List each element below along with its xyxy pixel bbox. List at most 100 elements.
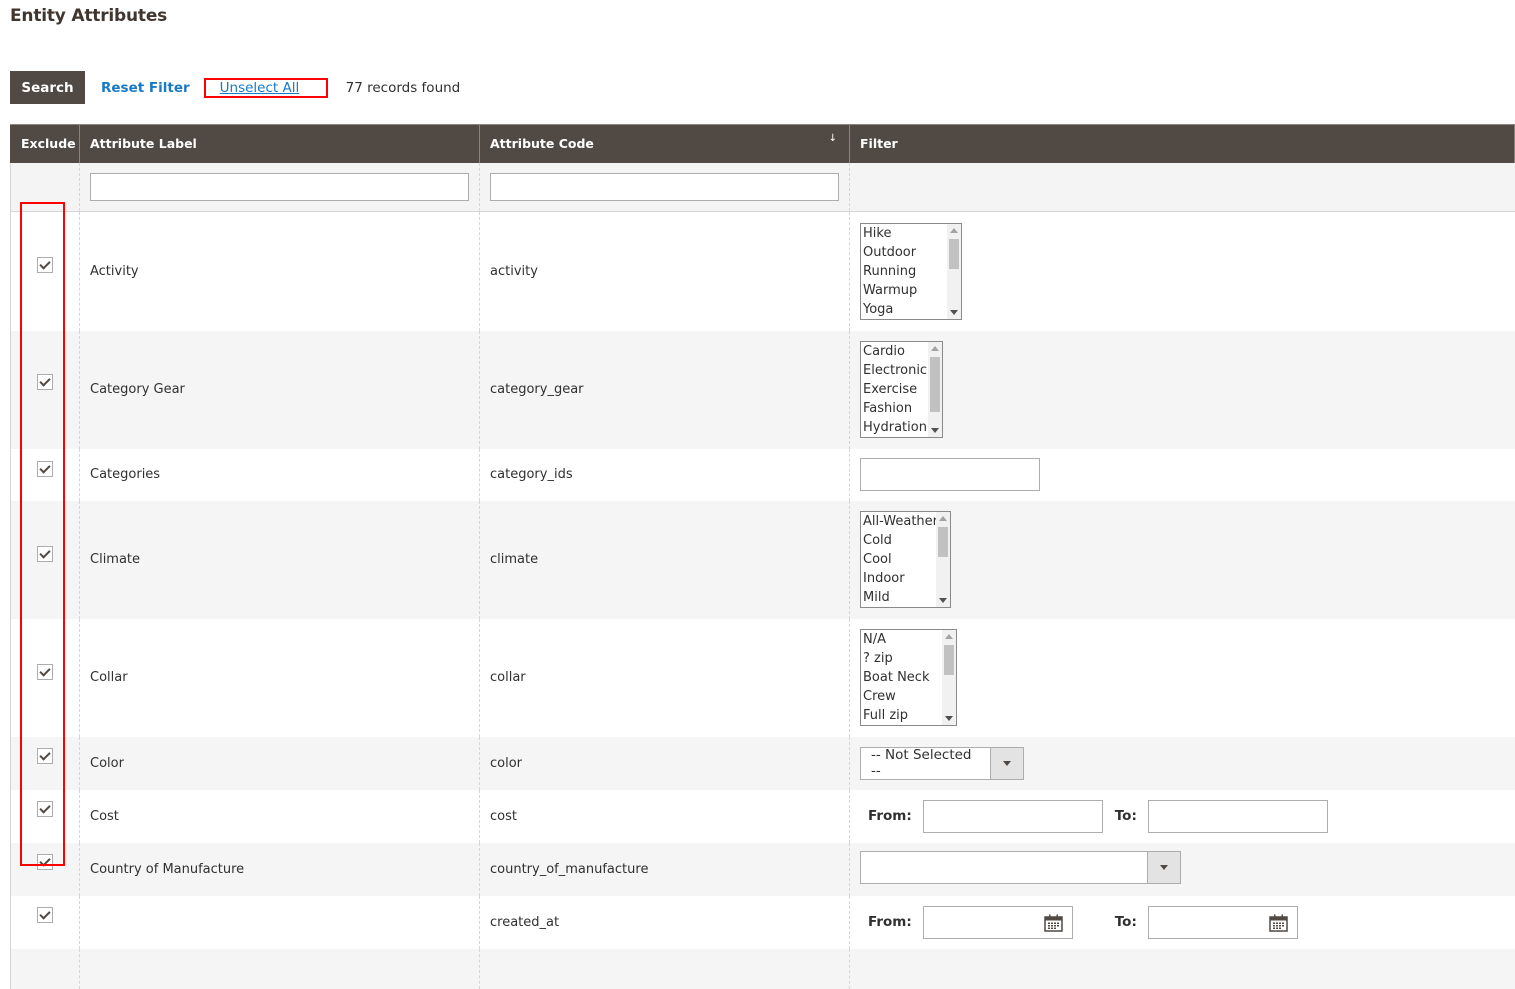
reset-filter-link[interactable]: Reset Filter [101,80,190,96]
option[interactable]: Yoga [861,300,961,319]
attribute-label-cell [79,948,480,989]
column-header-attribute-label[interactable]: Attribute Label [79,124,480,163]
column-label: Filter [860,136,898,152]
attribute-label-cell [79,895,480,949]
column-header-filter: Filter [849,124,1515,163]
search-button[interactable]: Search [10,71,85,104]
chevron-down-icon[interactable] [990,747,1023,779]
unselect-all-link[interactable]: Unselect All [220,80,300,96]
table-row: created_at From: To: [10,895,1515,949]
scrollbar[interactable] [936,512,950,607]
exclude-cell [10,211,80,331]
activity-filter-multiselect[interactable]: Hike Outdoor Running Warmup Yoga [860,222,962,320]
to-label: To: [1114,808,1137,824]
attribute-code-cell: category_ids [479,448,850,501]
scroll-up-icon[interactable] [945,634,953,639]
column-header-attribute-code[interactable]: Attribute Code ↓ [479,124,850,163]
grid-toolbar: Search Reset Filter Unselect All 77 reco… [10,71,460,104]
scroll-thumb[interactable] [930,357,940,412]
filter-filter-cell [849,162,1515,212]
scrollbar[interactable] [928,342,942,437]
created-at-from-input[interactable] [922,905,1073,939]
attribute-label-cell: Cost [79,789,480,843]
scroll-up-icon[interactable] [950,227,958,233]
column-label: Attribute Label [90,136,197,152]
to-label: To: [1114,914,1137,930]
filter-cell [849,448,1515,501]
attribute-code-cell: cost [479,789,850,843]
exclude-checkbox[interactable] [37,747,53,764]
grid-filter-row [10,162,1515,212]
attribute-code-filter-input[interactable] [490,172,839,201]
filter-cell [849,842,1515,896]
attribute-code-cell: activity [479,211,850,331]
page-title: Entity Attributes [10,6,168,26]
attribute-label-cell: Activity [79,211,480,331]
climate-filter-multiselect[interactable]: All-Weather Cold Cool Indoor Mild [860,511,951,608]
table-row: Country of Manufacture country_of_manufa… [10,842,1515,896]
exclude-filter-cell [10,162,80,212]
table-row: Climate climate All-Weather Cold Cool In… [10,500,1515,619]
from-label: From: [868,914,912,930]
unselect-all-highlight: Unselect All [203,77,328,98]
exclude-checkbox[interactable] [37,460,53,477]
exclude-cell [10,448,80,501]
country-of-manufacture-filter-select[interactable] [860,851,1181,884]
exclude-checkbox[interactable] [37,800,53,817]
scroll-thumb[interactable] [949,238,959,269]
column-label: Exclude [21,136,76,152]
table-row: Activity activity Hike Outdoor Running W… [10,211,1515,331]
exclude-checkbox[interactable] [37,906,53,923]
table-row-partial [10,948,1515,989]
option[interactable]: Hike [861,224,961,243]
scroll-up-icon[interactable] [939,516,947,521]
option[interactable]: Running [861,262,961,281]
filter-cell: All-Weather Cold Cool Indoor Mild [849,500,1515,619]
scroll-down-icon[interactable] [931,428,939,433]
exclude-checkbox[interactable] [37,545,53,562]
category-gear-filter-multiselect[interactable]: Cardio Electronic Exercise Fashion Hydra… [860,341,943,438]
exclude-checkbox[interactable] [37,257,53,273]
cost-to-input[interactable] [1147,799,1328,833]
exclude-cell [10,789,80,843]
exclude-checkbox[interactable] [37,663,53,680]
attribute-code-cell: country_of_manufacture [479,842,850,896]
categories-filter-input[interactable] [860,458,1040,491]
grid-header-row: Exclude Attribute Label Attribute Code ↓ … [10,124,1515,163]
option[interactable]: Outdoor [861,243,961,262]
scroll-thumb[interactable] [944,645,954,675]
scrollbar[interactable] [942,630,956,725]
attribute-label-cell: Categories [79,448,480,501]
scrollbar[interactable] [947,223,961,319]
attribute-code-cell: created_at [479,895,850,949]
attribute-label-cell: Collar [79,618,480,737]
cost-from-input[interactable] [922,799,1103,833]
scroll-down-icon[interactable] [945,716,953,721]
attribute-label-filter-input[interactable] [90,172,469,201]
scroll-thumb[interactable] [938,527,948,557]
calendar-icon[interactable] [1044,914,1063,932]
sort-desc-icon: ↓ [828,133,837,144]
cost-range-filter: From: To: [860,799,1505,833]
attribute-label-cell: Country of Manufacture [79,842,480,896]
exclude-cell [10,330,80,449]
scroll-up-icon[interactable] [931,346,939,351]
chevron-down-icon[interactable] [1147,852,1180,883]
filter-cell: From: To: [849,789,1515,843]
scroll-down-icon[interactable] [939,598,947,603]
color-filter-select[interactable]: -- Not Selected -- [860,746,1024,780]
attribute-code-cell: color [479,736,850,790]
exclude-cell [10,895,80,949]
exclude-checkbox[interactable] [37,853,53,870]
filter-cell: Cardio Electronic Exercise Fashion Hydra… [849,330,1515,449]
filter-cell: -- Not Selected -- [849,736,1515,790]
exclude-checkbox[interactable] [37,373,53,390]
code-filter-cell [479,162,850,212]
collar-filter-multiselect[interactable]: N/A ? zip Boat Neck Crew Full zip [860,629,957,726]
scroll-down-icon[interactable] [950,309,958,315]
calendar-icon[interactable] [1269,914,1288,932]
column-header-exclude[interactable]: Exclude [10,124,80,163]
option[interactable]: Warmup [861,281,961,300]
created-at-to-input[interactable] [1147,905,1298,939]
table-row: Collar collar N/A ? zip Boat Neck Crew F… [10,618,1515,737]
